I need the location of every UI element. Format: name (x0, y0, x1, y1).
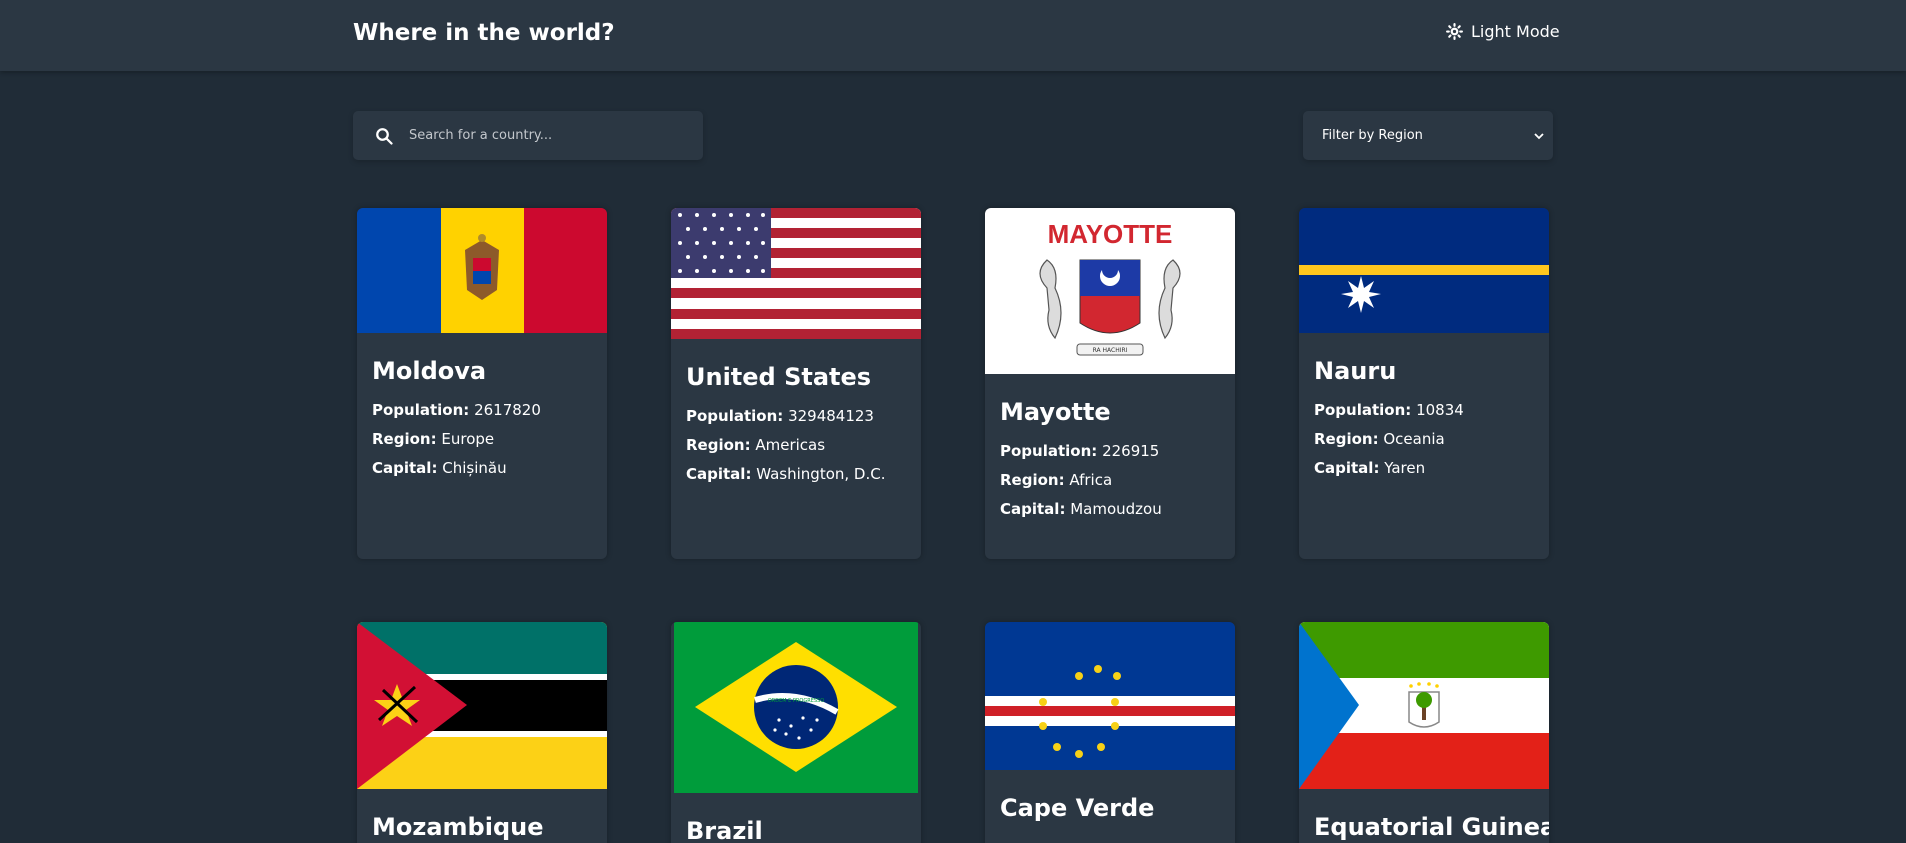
capital-row: Capital: Mamoudzou (1000, 500, 1220, 518)
brazil-flag-icon: ORDEM E PROGRESSO (671, 622, 921, 793)
country-card-equatorial-guinea[interactable]: Equatorial Guinea (1299, 622, 1549, 843)
population-row: Population: 329484123 (686, 407, 906, 425)
capital-row: Capital: Yaren (1314, 459, 1534, 477)
search-input[interactable] (409, 128, 669, 143)
capital-value: Mamoudzou (1070, 500, 1162, 518)
mozambique-flag-icon (357, 622, 607, 789)
capital-value: Yaren (1384, 459, 1426, 477)
country-card-nauru[interactable]: Nauru Population: 10834 Region: Oceania … (1299, 208, 1549, 559)
country-name: Brazil (686, 817, 763, 843)
mayotte-flag-motto: RA HACHIRI (1093, 347, 1128, 354)
country-card-united-states[interactable]: United States Population: 329484123 Regi… (671, 208, 921, 559)
cape-verde-flag-icon (985, 622, 1235, 770)
capital-value: Washington, D.C. (756, 465, 886, 483)
capital-row: Capital: Chișinău (372, 459, 592, 477)
mayotte-flag-text: MAYOTTE (1048, 219, 1173, 249)
app-title: Where in the world? (353, 20, 615, 46)
region-label: Region: (372, 430, 437, 448)
region-label: Region: (1314, 430, 1379, 448)
usa-flag-icon (671, 208, 921, 339)
theme-toggle-button[interactable]: Light Mode (1446, 22, 1560, 41)
equatorial-guinea-flag-icon (1299, 622, 1549, 789)
population-label: Population: (1000, 442, 1098, 460)
capital-label: Capital: (1314, 459, 1380, 477)
capital-label: Capital: (686, 465, 752, 483)
country-name: United States (686, 363, 872, 391)
country-card-cape-verde[interactable]: Cape Verde (985, 622, 1235, 843)
population-row: Population: 226915 (1000, 442, 1220, 460)
population-value: 10834 (1416, 401, 1464, 419)
country-name: Equatorial Guinea (1314, 813, 1549, 841)
chevron-down-icon (1534, 132, 1544, 139)
moldova-flag-icon (357, 208, 607, 333)
country-name: Mozambique (372, 813, 544, 841)
region-value: Americas (755, 436, 826, 454)
population-value: 2617820 (474, 401, 541, 419)
population-value: 329484123 (788, 407, 874, 425)
capital-label: Capital: (1000, 500, 1066, 518)
population-label: Population: (686, 407, 784, 425)
country-name: Nauru (1314, 357, 1397, 385)
capital-value: Chișinău (442, 459, 507, 477)
capital-row: Capital: Washington, D.C. (686, 465, 906, 483)
nauru-flag-icon (1299, 208, 1549, 333)
sun-icon (1446, 23, 1463, 40)
theme-toggle-label: Light Mode (1471, 22, 1560, 41)
country-card-moldova[interactable]: Moldova Population: 2617820 Region: Euro… (357, 208, 607, 559)
region-value: Africa (1069, 471, 1113, 489)
country-card-brazil[interactable]: ORDEM E PROGRESSO Brazil (671, 622, 921, 843)
brazil-flag-motto: ORDEM E PROGRESSO (768, 698, 824, 704)
region-row: Region: Americas (686, 436, 906, 454)
region-label: Region: (686, 436, 751, 454)
country-name: Moldova (372, 357, 487, 385)
search-box[interactable] (353, 111, 703, 160)
region-value: Europe (441, 430, 495, 448)
mayotte-flag-icon: MAYOTTE RA HACHIRI (985, 208, 1235, 374)
region-value: Oceania (1383, 430, 1445, 448)
country-card-mayotte[interactable]: MAYOTTE RA HACHIRI Mayotte Population: 2… (985, 208, 1235, 559)
population-label: Population: (1314, 401, 1412, 419)
population-value: 226915 (1102, 442, 1160, 460)
search-icon (376, 127, 393, 145)
region-row: Region: Africa (1000, 471, 1220, 489)
country-card-mozambique[interactable]: Mozambique (357, 622, 607, 843)
country-name: Mayotte (1000, 398, 1111, 426)
region-filter-label: Filter by Region (1322, 128, 1423, 143)
region-label: Region: (1000, 471, 1065, 489)
population-row: Population: 10834 (1314, 401, 1534, 419)
capital-label: Capital: (372, 459, 438, 477)
region-filter-select[interactable]: Filter by Region (1303, 111, 1553, 160)
country-name: Cape Verde (1000, 794, 1155, 822)
population-label: Population: (372, 401, 470, 419)
population-row: Population: 2617820 (372, 401, 592, 419)
region-row: Region: Oceania (1314, 430, 1534, 448)
region-row: Region: Europe (372, 430, 592, 448)
header: Where in the world? Light Mode (0, 0, 1906, 71)
